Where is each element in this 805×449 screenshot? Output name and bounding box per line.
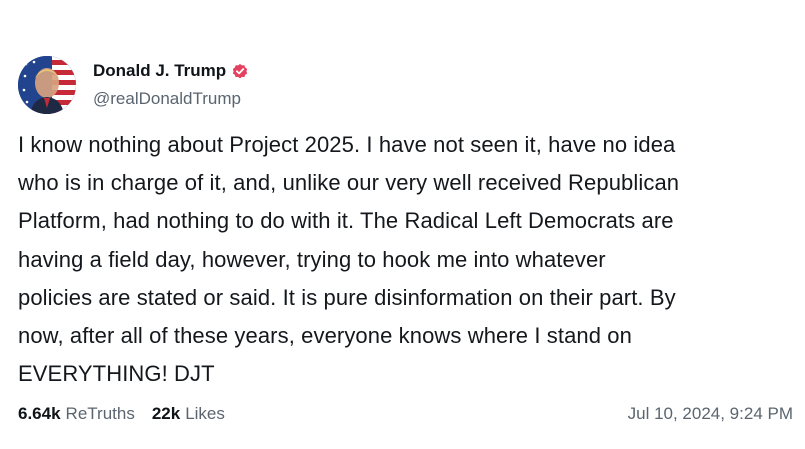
likes-stat[interactable]: 22k Likes — [152, 402, 225, 426]
retruths-count: 6.64k — [18, 404, 61, 423]
avatar-image — [18, 56, 76, 114]
author-handle[interactable]: @realDonaldTrump — [93, 88, 249, 110]
name-row: Donald J. Trump — [93, 60, 249, 82]
post-footer: 6.64k ReTruths 22k Likes Jul 10, 2024, 9… — [18, 402, 793, 426]
likes-label: Likes — [185, 404, 225, 423]
post-timestamp[interactable]: Jul 10, 2024, 9:24 PM — [628, 402, 793, 426]
post-text: I know nothing about Project 2025. I hav… — [18, 132, 680, 387]
author-identity: Donald J. Trump @realDonaldTrump — [93, 60, 249, 110]
truth-post: Donald J. Trump @realDonaldTrump I know … — [0, 0, 805, 449]
verified-badge-icon — [231, 62, 249, 80]
post-header: Donald J. Trump @realDonaldTrump — [18, 56, 249, 114]
retruths-label: ReTruths — [65, 404, 135, 423]
post-stats: 6.64k ReTruths 22k Likes — [18, 402, 242, 426]
likes-count: 22k — [151, 404, 181, 423]
retruths-stat[interactable]: 6.64k ReTruths — [18, 402, 135, 426]
author-display-name[interactable]: Donald J. Trump — [93, 60, 226, 82]
avatar[interactable] — [18, 56, 76, 114]
